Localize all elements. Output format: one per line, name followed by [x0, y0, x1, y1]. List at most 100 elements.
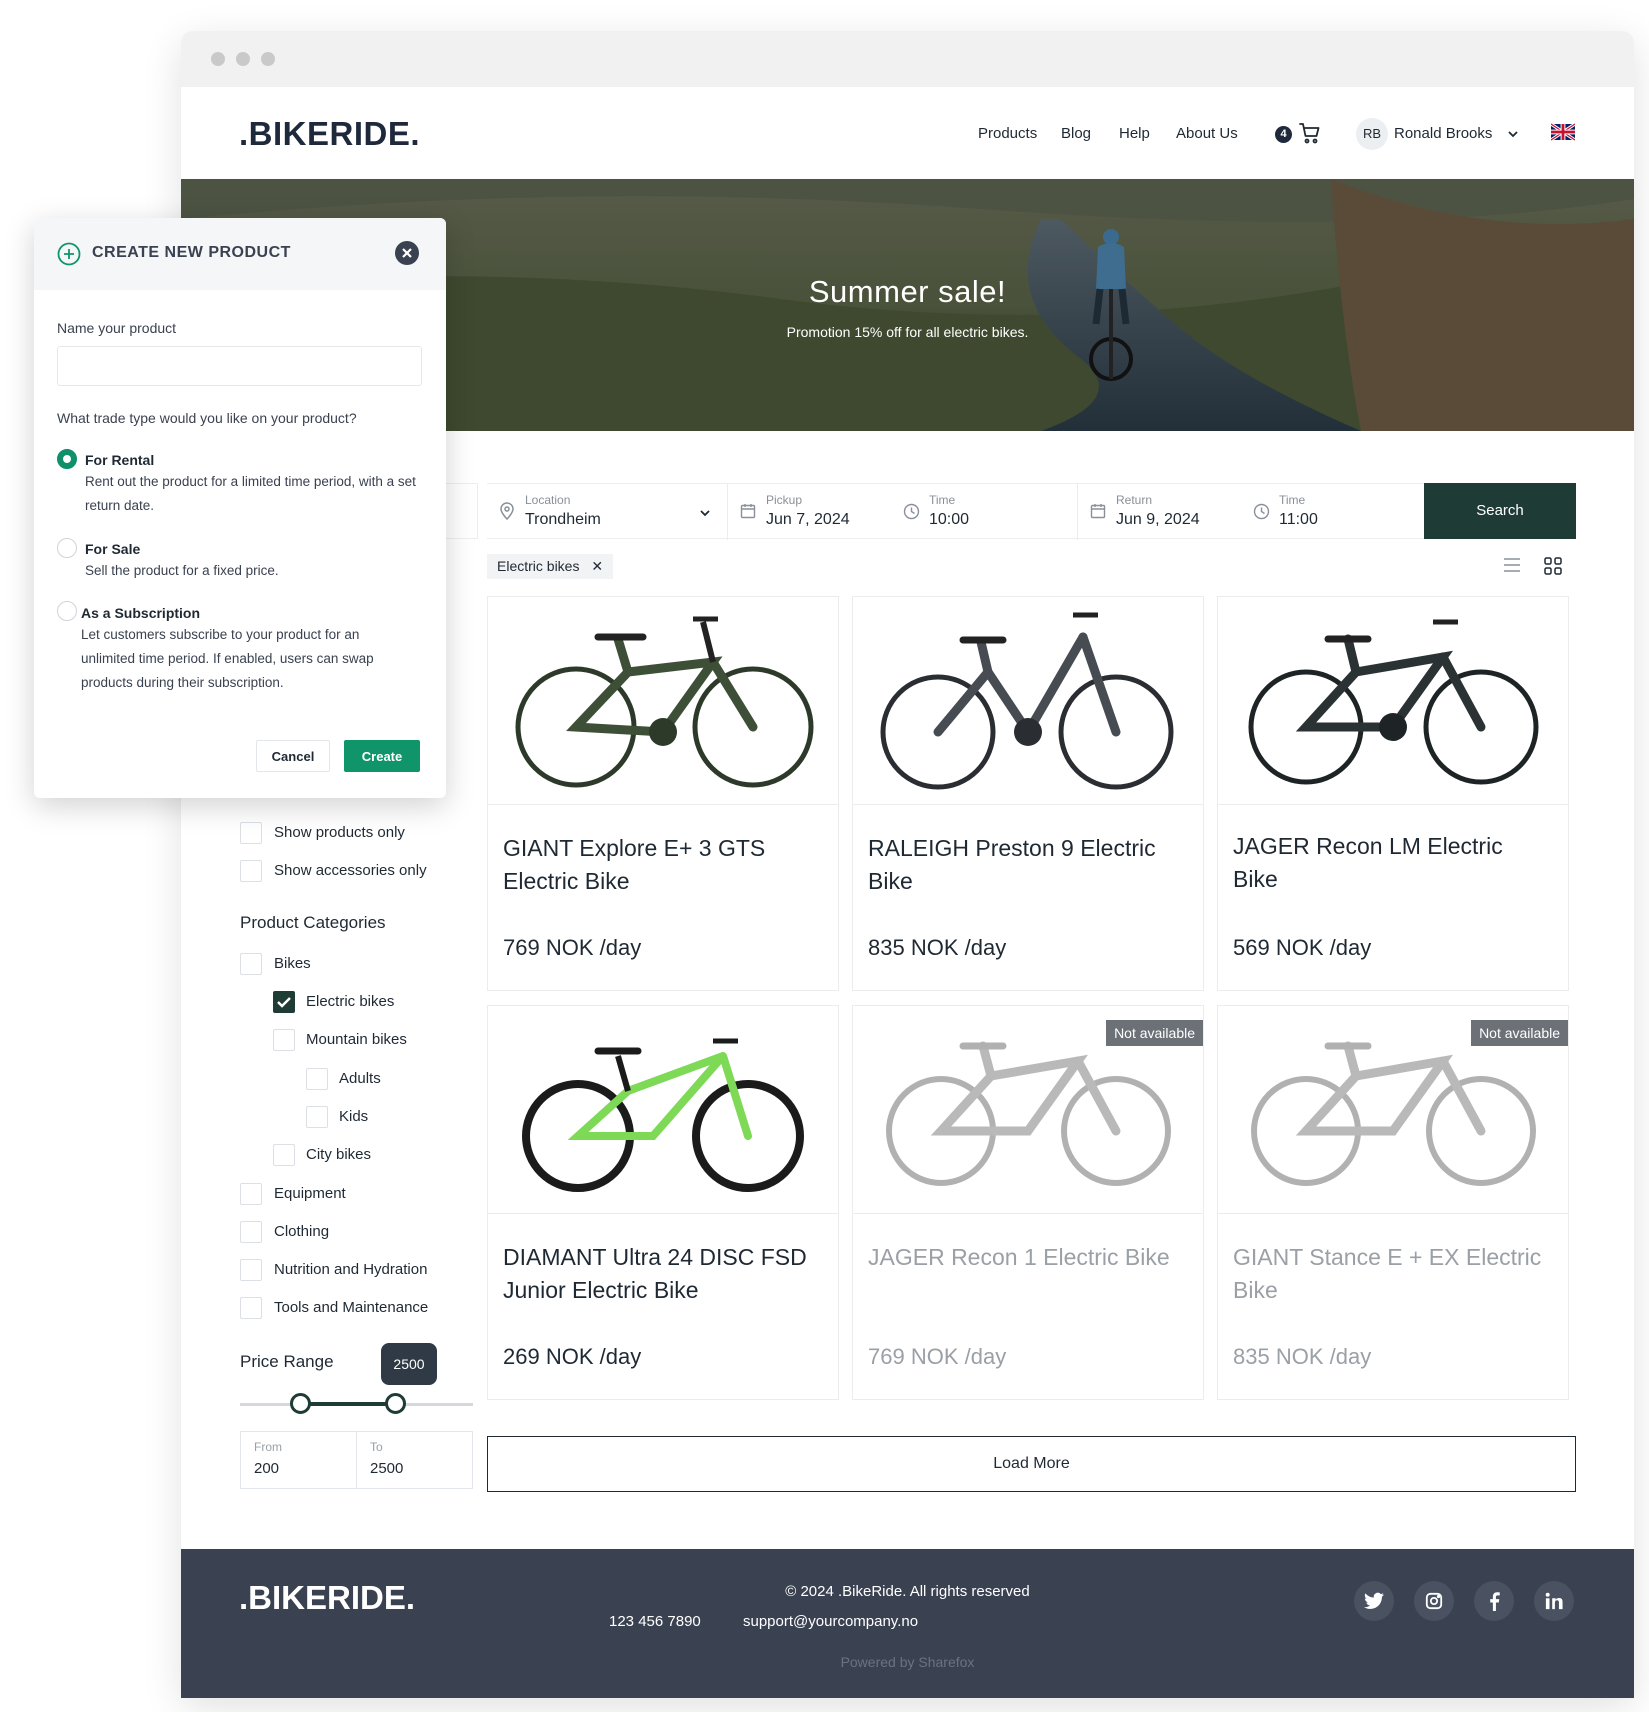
facebook-icon[interactable] — [1474, 1581, 1514, 1621]
pickup-date-field[interactable]: Pickup Jun 7, 2024 — [728, 484, 903, 540]
instagram-icon[interactable] — [1414, 1581, 1454, 1621]
return-label: Return — [1116, 493, 1153, 507]
linkedin-icon[interactable] — [1534, 1581, 1574, 1621]
product-image[interactable] — [1218, 597, 1568, 805]
checkbox-equipment[interactable] — [240, 1183, 262, 1205]
clock-icon — [1253, 503, 1270, 520]
window-maximize-dot[interactable] — [261, 52, 275, 66]
window-minimize-dot[interactable] — [236, 52, 250, 66]
checkbox-tools-maintenance[interactable] — [240, 1297, 262, 1319]
price-to-field[interactable]: To 2500 — [357, 1432, 473, 1488]
footer-phone[interactable]: 123 456 7890 — [609, 1613, 701, 1630]
cart-button[interactable]: 4 — [1275, 121, 1321, 147]
checkbox-electric-bikes[interactable] — [273, 991, 295, 1013]
product-name[interactable]: RALEIGH Preston 9 Electric Bike — [868, 832, 1188, 898]
checkbox-nutrition-hydration[interactable] — [240, 1259, 262, 1281]
footer-email[interactable]: support@yourcompany.no — [743, 1613, 918, 1630]
radio-for-rental[interactable] — [57, 449, 77, 469]
not-available-badge: Not available — [1106, 1020, 1203, 1046]
uk-flag-icon[interactable] — [1551, 123, 1575, 141]
category-label: Mountain bikes — [306, 1031, 407, 1048]
location-pin-icon — [500, 502, 514, 520]
product-name[interactable]: DIAMANT Ultra 24 DISC FSD Junior Electri… — [503, 1241, 823, 1307]
price-slider-max-handle[interactable] — [384, 1393, 406, 1414]
radio-as-subscription[interactable] — [57, 601, 77, 621]
return-time-field[interactable]: Time 11:00 — [1253, 484, 1418, 540]
clock-icon — [903, 503, 920, 520]
checkbox-adults[interactable] — [306, 1068, 328, 1090]
price-to-value: 2500 — [370, 1460, 404, 1477]
price-to-label: To — [370, 1440, 383, 1454]
twitter-icon[interactable] — [1354, 1581, 1394, 1621]
pickup-time-field[interactable]: Time 10:00 — [903, 484, 1078, 540]
nav-products[interactable]: Products — [978, 125, 1037, 142]
site-header: .BIKERIDE. Products Blog Help About Us 4… — [181, 87, 1634, 179]
nav-blog[interactable]: Blog — [1061, 125, 1091, 142]
nav-help[interactable]: Help — [1119, 125, 1150, 142]
pickup-time-value: 10:00 — [929, 511, 970, 528]
product-image[interactable] — [853, 597, 1203, 805]
user-avatar[interactable]: RB — [1356, 118, 1388, 150]
product-price: 835 NOK /day — [868, 935, 1007, 960]
create-button[interactable]: Create — [344, 740, 420, 772]
product-card[interactable]: RALEIGH Preston 9 Electric Bike 835 NOK … — [852, 596, 1204, 991]
not-available-badge: Not available — [1471, 1020, 1568, 1046]
product-name-input[interactable] — [57, 346, 422, 386]
product-card[interactable]: JAGER Recon LM Electric Bike 569 NOK /da… — [1217, 596, 1569, 991]
product-card[interactable]: GIANT Explore E+ 3 GTS Electric Bike 769… — [487, 596, 839, 991]
nav-about-us[interactable]: About Us — [1176, 125, 1238, 142]
window-close-dot[interactable] — [211, 52, 225, 66]
checkbox-kids[interactable] — [306, 1106, 328, 1128]
modal-header: CREATE NEW PRODUCT — [34, 218, 446, 290]
bike-image — [880, 612, 1174, 790]
chevron-down-icon — [700, 510, 710, 517]
bike-image — [1248, 619, 1539, 785]
checkbox-bikes[interactable] — [240, 953, 262, 975]
close-icon[interactable] — [395, 241, 419, 265]
price-from-label: From — [254, 1440, 282, 1454]
option-title: For Sale — [85, 541, 141, 557]
plus-circle-icon — [57, 242, 81, 266]
window-titlebar — [181, 31, 1634, 87]
price-range-title: Price Range — [240, 1352, 334, 1371]
cart-icon — [1299, 123, 1320, 144]
site-logo[interactable]: .BIKERIDE. — [239, 115, 420, 153]
product-card-unavailable[interactable]: Not available GIANT Stance E + EX Electr… — [1217, 1005, 1569, 1400]
checkbox-mountain-bikes[interactable] — [273, 1029, 295, 1051]
product-card-unavailable[interactable]: Not available JAGER Recon 1 Electric Bik… — [852, 1005, 1204, 1400]
checkbox-show-accessories-only[interactable] — [240, 860, 262, 882]
product-image[interactable] — [488, 597, 838, 805]
close-icon[interactable]: ✕ — [591, 558, 603, 574]
product-name[interactable]: GIANT Stance E + EX Electric Bike — [1233, 1241, 1553, 1307]
user-name[interactable]: Ronald Brooks — [1394, 125, 1492, 142]
product-name[interactable]: JAGER Recon LM Electric Bike — [1233, 830, 1553, 896]
product-image[interactable] — [488, 1006, 838, 1214]
filter-chip-electric-bikes[interactable]: Electric bikes ✕ — [487, 554, 614, 579]
checkbox-city-bikes[interactable] — [273, 1144, 295, 1166]
checkbox-show-products-only[interactable] — [240, 822, 262, 844]
cancel-button[interactable]: Cancel — [256, 740, 330, 772]
product-name[interactable]: GIANT Explore E+ 3 GTS Electric Bike — [503, 832, 823, 898]
checkbox-clothing[interactable] — [240, 1221, 262, 1243]
grid-view-icon[interactable] — [1544, 557, 1562, 575]
product-card[interactable]: DIAMANT Ultra 24 DISC FSD Junior Electri… — [487, 1005, 839, 1400]
price-from-field[interactable]: From 200 — [241, 1432, 357, 1488]
return-date-field[interactable]: Return Jun 9, 2024 — [1078, 484, 1253, 540]
product-price: 835 NOK /day — [1233, 1344, 1372, 1369]
product-name[interactable]: JAGER Recon 1 Electric Bike — [868, 1241, 1188, 1274]
chevron-down-icon[interactable] — [1506, 127, 1520, 141]
location-field[interactable]: Location Trondheim — [487, 484, 727, 540]
product-name-label: Name your product — [57, 320, 177, 336]
price-slider-min-handle[interactable] — [290, 1393, 311, 1414]
footer-powered-by[interactable]: Powered by Sharefox — [181, 1654, 1634, 1670]
load-more-button[interactable]: Load More — [487, 1436, 1576, 1492]
radio-for-sale[interactable] — [57, 538, 77, 558]
trade-type-question: What trade type would you like on your p… — [57, 410, 357, 426]
location-value: Trondheim — [525, 511, 601, 528]
category-label: Bikes — [274, 955, 311, 972]
option-title: For Rental — [85, 452, 155, 468]
list-view-icon[interactable] — [1503, 557, 1521, 573]
product-price: 769 NOK /day — [503, 935, 642, 960]
category-label: City bikes — [306, 1146, 372, 1163]
search-button[interactable]: Search — [1424, 483, 1576, 539]
